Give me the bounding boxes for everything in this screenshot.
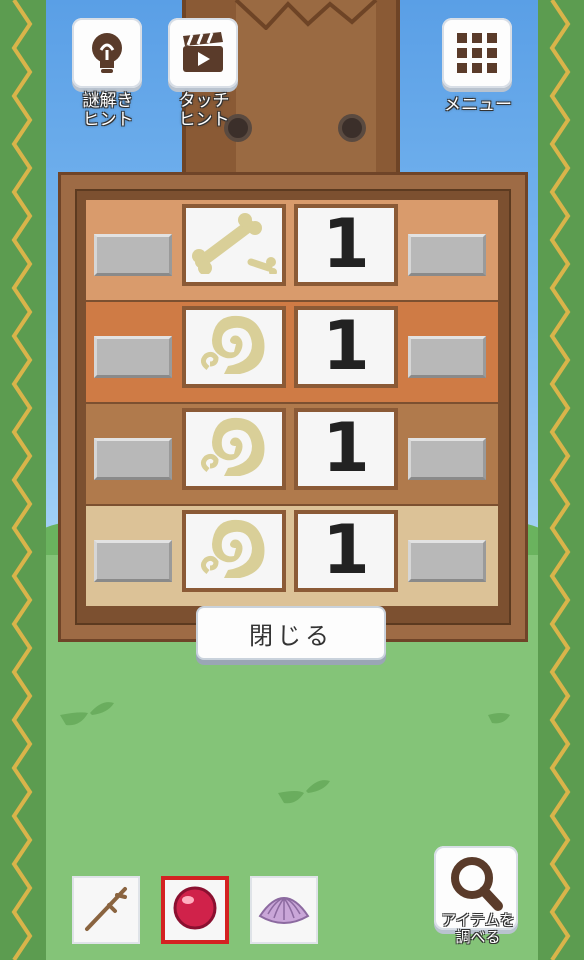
clapperboard-icon bbox=[183, 32, 223, 72]
left-arrow-button[interactable] bbox=[94, 234, 172, 276]
tree-hole-right[interactable] bbox=[338, 114, 366, 142]
left-arrow-button[interactable] bbox=[94, 438, 172, 480]
close-button[interactable]: 閉じる bbox=[196, 606, 386, 660]
ammonite-icon bbox=[194, 412, 274, 486]
number-tile: 1 bbox=[294, 204, 398, 286]
number-tile: 1 bbox=[294, 306, 398, 388]
menu-button[interactable] bbox=[442, 18, 512, 88]
left-arrow-button[interactable] bbox=[94, 540, 172, 582]
ammonite-icon bbox=[194, 310, 274, 384]
grid-icon bbox=[457, 33, 497, 73]
right-arrow-button[interactable] bbox=[408, 438, 486, 480]
lightbulb-icon bbox=[92, 33, 122, 73]
right-arrow-button[interactable] bbox=[408, 234, 486, 276]
left-border bbox=[0, 0, 46, 960]
inspect-item-label: アイテムを 調べる bbox=[441, 911, 515, 946]
inventory-slot[interactable] bbox=[161, 876, 229, 944]
inventory-slot[interactable] bbox=[250, 876, 318, 944]
symbol-tile bbox=[182, 204, 286, 286]
number-value: 1 bbox=[322, 511, 370, 590]
puzzle-row: 1 bbox=[86, 506, 498, 606]
puzzle-row: 1 bbox=[86, 404, 498, 504]
touch-hint-button[interactable] bbox=[168, 18, 238, 88]
ammonite-icon bbox=[194, 514, 274, 588]
number-value: 1 bbox=[322, 205, 370, 284]
right-arrow-button[interactable] bbox=[408, 540, 486, 582]
hint-label: 謎解き ヒント bbox=[82, 91, 134, 130]
number-tile: 1 bbox=[294, 510, 398, 592]
left-arrow-button[interactable] bbox=[94, 336, 172, 378]
puzzle-row: 1 bbox=[86, 302, 498, 402]
symbol-tile bbox=[182, 408, 286, 490]
hint-button[interactable] bbox=[72, 18, 142, 88]
inventory-slot[interactable] bbox=[72, 876, 140, 944]
shell-icon bbox=[256, 886, 312, 934]
magnifier-icon bbox=[451, 857, 503, 911]
right-arrow-button[interactable] bbox=[408, 336, 486, 378]
stick-icon bbox=[79, 881, 133, 939]
bone-icon bbox=[189, 212, 279, 278]
red-orb-icon bbox=[170, 883, 220, 937]
number-tile: 1 bbox=[294, 408, 398, 490]
number-value: 1 bbox=[322, 409, 370, 488]
symbol-tile bbox=[182, 510, 286, 592]
touch-hint-label: タッチ ヒント bbox=[178, 91, 230, 130]
right-border bbox=[538, 0, 584, 960]
puzzle-row: 1 bbox=[86, 200, 498, 300]
menu-label: メニュー bbox=[444, 95, 512, 115]
number-value: 1 bbox=[322, 307, 370, 386]
symbol-tile bbox=[182, 306, 286, 388]
